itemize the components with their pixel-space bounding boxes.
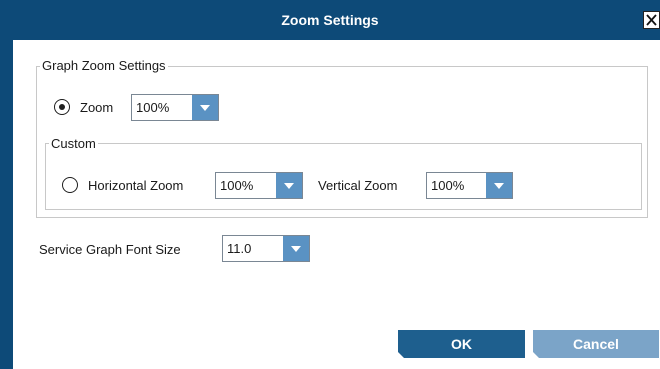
horizontal-zoom-value: 100%	[220, 178, 254, 193]
custom-legend: Custom	[49, 136, 98, 152]
chevron-down-icon	[494, 183, 504, 189]
horizontal-zoom-dropdown-arrow[interactable]	[276, 173, 302, 198]
horizontal-zoom-select[interactable]: 100%	[215, 172, 303, 199]
chevron-down-icon	[291, 246, 301, 252]
vertical-zoom-value: 100%	[431, 178, 465, 193]
close-icon	[646, 14, 657, 26]
vertical-zoom-select[interactable]: 100%	[426, 172, 513, 199]
chevron-down-icon	[200, 105, 210, 111]
horizontal-zoom-label: Horizontal Zoom	[88, 178, 184, 193]
font-size-value: 11.0	[227, 241, 252, 256]
vertical-zoom-dropdown-arrow[interactable]	[486, 173, 512, 198]
cancel-button[interactable]: Cancel	[533, 330, 659, 358]
zoom-dropdown-arrow[interactable]	[192, 95, 218, 120]
custom-radio[interactable]	[62, 177, 78, 193]
vertical-zoom-label: Vertical Zoom	[318, 178, 398, 193]
graph-zoom-settings-legend: Graph Zoom Settings	[40, 58, 168, 74]
zoom-settings-dialog: Zoom Settings Graph Zoom Settings Zoom 1…	[0, 0, 660, 369]
font-size-label: Service Graph Font Size	[39, 242, 181, 257]
zoom-radio[interactable]	[54, 99, 70, 115]
title-bar: Zoom Settings	[0, 0, 660, 40]
zoom-select-value: 100%	[136, 100, 170, 115]
font-size-dropdown-arrow[interactable]	[283, 236, 309, 261]
chevron-down-icon	[284, 183, 294, 189]
zoom-select[interactable]: 100%	[131, 94, 219, 121]
zoom-label: Zoom	[80, 100, 114, 115]
dialog-title: Zoom Settings	[281, 12, 379, 28]
close-button[interactable]	[643, 11, 660, 29]
ok-button[interactable]: OK	[398, 330, 525, 358]
custom-group	[45, 143, 642, 210]
window-frame-left	[0, 0, 13, 369]
font-size-select[interactable]: 11.0	[222, 235, 310, 262]
